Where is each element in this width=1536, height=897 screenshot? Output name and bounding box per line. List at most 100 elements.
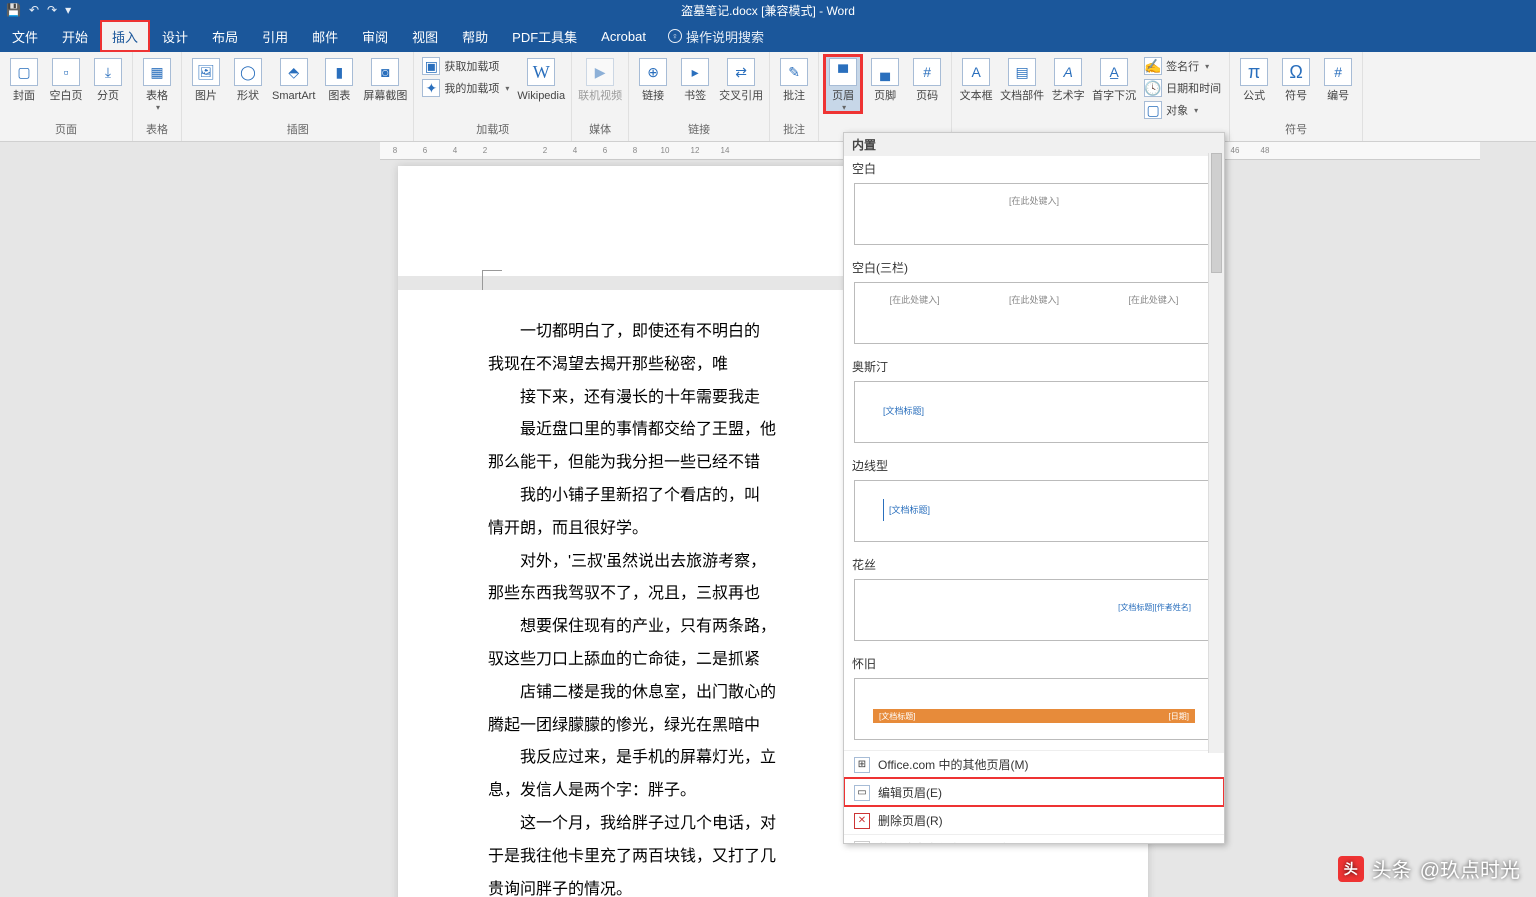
- sigline-icon: ✍: [1144, 57, 1162, 75]
- gallery-item-retro[interactable]: [文档标题][日期]: [854, 678, 1214, 740]
- dropcap-icon: A̲: [1100, 58, 1128, 86]
- datetime-button[interactable]: 🕓日期和时间: [1142, 78, 1223, 98]
- gallery-scrollbar[interactable]: [1208, 153, 1224, 753]
- tab-view[interactable]: 视图: [400, 20, 450, 52]
- smartart-button[interactable]: ⬘SmartArt: [272, 56, 315, 103]
- tab-help[interactable]: 帮助: [450, 20, 500, 52]
- addins-icon: ✦: [422, 79, 440, 97]
- gallery-item-austin[interactable]: [文档标题]: [854, 381, 1214, 443]
- quickparts-button[interactable]: ▤文档部件: [1000, 56, 1044, 103]
- group-addins-label: 加载项: [414, 119, 571, 141]
- header-gallery-dropdown: 内置 空白 [在此处键入] 空白(三栏) [在此处键入] [在此处键入] [在此…: [843, 132, 1225, 844]
- header-icon: ▀: [829, 58, 857, 86]
- online-video-button[interactable]: ▶联机视频: [578, 56, 622, 103]
- remove-header-button[interactable]: ✕ 删除页眉(R): [844, 806, 1224, 834]
- tab-pdf[interactable]: PDF工具集: [500, 20, 589, 52]
- group-links-label: 链接: [629, 119, 769, 141]
- wikipedia-button[interactable]: WWikipedia: [517, 56, 565, 103]
- gallery-item-blank3[interactable]: [在此处键入] [在此处键入] [在此处键入]: [854, 282, 1214, 344]
- cover-page-button[interactable]: ▢封面: [6, 56, 42, 103]
- edit-header-label: 编辑页眉(E): [878, 784, 942, 801]
- gallery-item-blank-label: 空白: [844, 156, 1224, 179]
- gallery-item-blank[interactable]: [在此处键入]: [854, 183, 1214, 245]
- save-icon[interactable]: 💾: [6, 3, 21, 17]
- comment-button[interactable]: ✎批注: [776, 56, 812, 103]
- gallery-item-filigree-label: 花丝: [844, 552, 1224, 575]
- gallery-scroll-thumb[interactable]: [1211, 153, 1222, 273]
- page-break-button[interactable]: ⤓分页: [90, 56, 126, 103]
- gallery-item-sideline[interactable]: [文档标题]: [854, 480, 1214, 542]
- header-button[interactable]: ▀页眉▾: [825, 56, 861, 112]
- group-headerfooter: ▀页眉▾ ▄页脚 #页码 页眉和页脚: [819, 52, 952, 141]
- my-addins-button[interactable]: ✦我的加载项▾: [420, 78, 511, 98]
- bookmark-button[interactable]: ▸书签: [677, 56, 713, 103]
- ribbon-tabs: 文件 开始 插入 设计 布局 引用 邮件 审阅 视图 帮助 PDF工具集 Acr…: [0, 20, 1536, 52]
- store-icon: ▣: [422, 57, 440, 75]
- more-from-office-button[interactable]: ⊞ Office.com 中的其他页眉(M): [844, 750, 1224, 778]
- edit-header-button[interactable]: ▭ 编辑页眉(E): [844, 778, 1224, 806]
- screenshot-button[interactable]: ◙屏幕截图: [363, 56, 407, 103]
- tab-home[interactable]: 开始: [50, 20, 100, 52]
- link-button[interactable]: ⊕链接: [635, 56, 671, 103]
- blank-page-button[interactable]: ▫空白页: [48, 56, 84, 103]
- chart-button[interactable]: ▮图表: [321, 56, 357, 103]
- bookmark-icon: ▸: [681, 58, 709, 86]
- blank-page-icon: ▫: [52, 58, 80, 86]
- table-button[interactable]: ▦表格▾: [139, 56, 175, 112]
- tab-references[interactable]: 引用: [250, 20, 300, 52]
- pictures-button[interactable]: 🖼图片: [188, 56, 224, 103]
- save-selection-button: ▭ 将所选内容保存到页眉库(S)...: [844, 834, 1224, 844]
- tab-file[interactable]: 文件: [0, 20, 50, 52]
- pictures-icon: 🖼: [192, 58, 220, 86]
- dropcap-button[interactable]: A̲首字下沉: [1092, 56, 1136, 103]
- get-addins-button[interactable]: ▣获取加载项: [420, 56, 501, 76]
- paragraph[interactable]: 贵询问胖子的情况。: [488, 874, 1058, 897]
- save-selection-label: 将所选内容保存到页眉库(S)...: [878, 840, 1036, 844]
- tab-layout[interactable]: 布局: [200, 20, 250, 52]
- sigline-button[interactable]: ✍签名行▾: [1142, 56, 1211, 76]
- undo-icon[interactable]: ↶: [29, 3, 39, 17]
- group-comments: ✎批注 批注: [770, 52, 819, 141]
- document-canvas: 86422468101214 42444648 一切都明白了，即使还有不明白的 …: [0, 142, 1536, 897]
- tab-mailings[interactable]: 邮件: [300, 20, 350, 52]
- group-media-label: 媒体: [572, 119, 628, 141]
- equation-button[interactable]: π公式: [1236, 56, 1272, 103]
- crossref-icon: ⇄: [727, 58, 755, 86]
- object-button[interactable]: ▢对象▾: [1142, 100, 1200, 120]
- number-button[interactable]: #编号: [1320, 56, 1356, 103]
- footer-button[interactable]: ▄页脚: [867, 56, 903, 103]
- crossref-button[interactable]: ⇄交叉引用: [719, 56, 763, 103]
- tab-acrobat[interactable]: Acrobat: [589, 20, 658, 52]
- watermark-handle: @玖点时光: [1420, 854, 1520, 883]
- edit-header-icon: ▭: [854, 785, 870, 801]
- group-pages-label: 页面: [0, 119, 132, 141]
- ribbon: ▢封面 ▫空白页 ⤓分页 页面 ▦表格▾ 表格 🖼图片 ◯形状 ⬘SmartAr…: [0, 52, 1536, 142]
- group-media: ▶联机视频 媒体: [572, 52, 629, 141]
- tellme-search[interactable]: ♀ 操作说明搜索: [658, 20, 774, 52]
- shapes-button[interactable]: ◯形状: [230, 56, 266, 103]
- pagenum-icon: #: [913, 58, 941, 86]
- redo-icon[interactable]: ↷: [47, 3, 57, 17]
- qat-more-icon[interactable]: ▾: [65, 3, 71, 17]
- more-office-label: Office.com 中的其他页眉(M): [878, 756, 1028, 773]
- group-illustrations: 🖼图片 ◯形状 ⬘SmartArt ▮图表 ◙屏幕截图 插图: [182, 52, 414, 141]
- tab-design[interactable]: 设计: [150, 20, 200, 52]
- title-bar: 💾 ↶ ↷ ▾ 盗墓笔记.docx [兼容模式] - Word: [0, 0, 1536, 20]
- paragraph[interactable]: 于是我往他卡里充了两百块钱，又打了几: [488, 841, 1058, 874]
- gallery-item-filigree[interactable]: [文档标题][作者姓名]: [854, 579, 1214, 641]
- wordart-button[interactable]: A艺术字: [1050, 56, 1086, 103]
- watermark-site: 头条: [1372, 854, 1412, 883]
- group-text: A文本框 ▤文档部件 A艺术字 A̲首字下沉 ✍签名行▾ 🕓日期和时间 ▢对象▾…: [952, 52, 1230, 141]
- tab-review[interactable]: 审阅: [350, 20, 400, 52]
- tellme-label: 操作说明搜索: [686, 27, 764, 46]
- remove-header-label: 删除页眉(R): [878, 812, 943, 829]
- gallery-item-sideline-label: 边线型: [844, 453, 1224, 476]
- pagenum-button[interactable]: #页码: [909, 56, 945, 103]
- group-symbols-label: 符号: [1230, 119, 1362, 141]
- gallery-item-austin-label: 奥斯汀: [844, 354, 1224, 377]
- tab-insert[interactable]: 插入: [100, 20, 150, 52]
- cover-page-icon: ▢: [10, 58, 38, 86]
- object-icon: ▢: [1144, 101, 1162, 119]
- textbox-button[interactable]: A文本框: [958, 56, 994, 103]
- symbol-button[interactable]: Ω符号: [1278, 56, 1314, 103]
